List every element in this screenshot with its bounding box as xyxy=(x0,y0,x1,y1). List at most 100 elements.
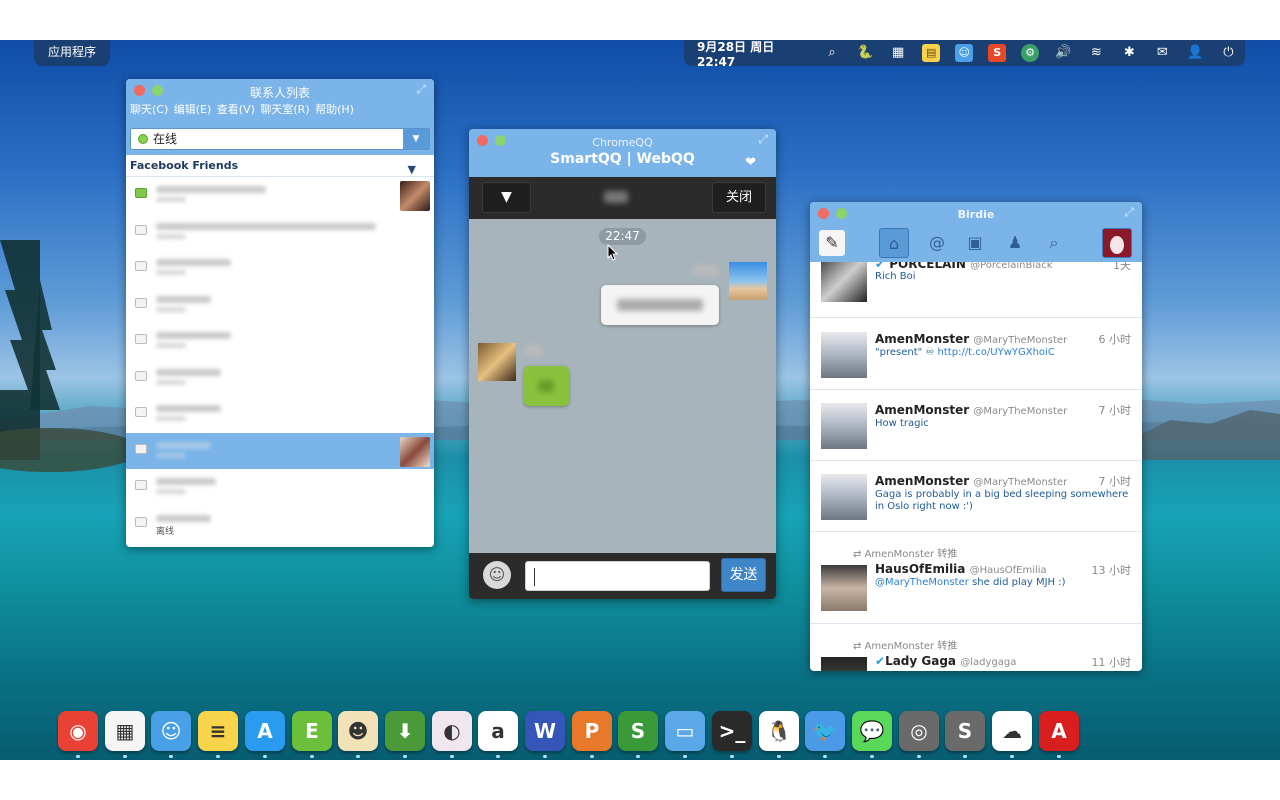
emoji-icon[interactable]: ☺ xyxy=(483,561,511,589)
dock-running-indicator xyxy=(310,755,314,758)
tweet[interactable]: ⇄ AmenMonster 转推 ✔Lady Gaga @ladygaga 11… xyxy=(810,624,1142,671)
contact-group-header[interactable]: Facebook Friends ▼ xyxy=(126,155,434,177)
retweet-text: AmenMonster 转推 xyxy=(864,549,958,560)
contact-dropdown[interactable]: ▼ xyxy=(482,182,531,213)
presentation-dock-icon[interactable]: P xyxy=(572,711,612,751)
writer-dock-icon[interactable]: W xyxy=(525,711,565,751)
toggle-settings-dock-icon[interactable]: ◐ xyxy=(432,711,472,751)
home-icon[interactable]: ⌂ xyxy=(879,228,909,258)
media-player-dock-icon[interactable]: ◎ xyxy=(899,711,939,751)
spreadsheet-dock-icon[interactable]: S xyxy=(618,711,658,751)
tweet[interactable]: AmenMonster @MaryTheMonster 6 小时 "presen… xyxy=(810,319,1142,390)
contacts-menubar[interactable]: 聊天(C) 编辑(E) 查看(V) 聊天室(R) 帮助(H) xyxy=(130,101,354,117)
chevron-down-icon[interactable]: ▼ xyxy=(403,129,429,149)
author-name: AmenMonster xyxy=(875,403,970,417)
desktop-dock-icon[interactable]: ▭ xyxy=(665,711,705,751)
contacts-titlebar[interactable]: 联系人列表 ⤢ 聊天(C) 编辑(E) 查看(V) 聊天室(R) 帮助(H) xyxy=(126,79,434,125)
list-item-selected[interactable] xyxy=(126,432,434,469)
minimize-button[interactable] xyxy=(152,85,163,96)
close-button[interactable] xyxy=(134,85,145,96)
expand-icon[interactable]: ⤢ xyxy=(758,132,768,147)
dock-running-indicator xyxy=(403,755,407,758)
finder-icon[interactable]: ☺ xyxy=(948,40,981,66)
qq-dock-icon[interactable]: 🐧 xyxy=(759,711,799,751)
list-item[interactable] xyxy=(126,214,434,251)
launchpad-dock-icon[interactable]: ▦ xyxy=(105,711,145,751)
heart-icon[interactable]: ❤ xyxy=(745,155,756,170)
list-item[interactable] xyxy=(126,323,434,360)
profile-icon[interactable]: ♟ xyxy=(1000,228,1030,258)
list-item[interactable] xyxy=(126,287,434,324)
tweet-text: @MaryTheMonster she did play MJH :) xyxy=(875,577,1133,589)
tweet-link[interactable]: http://t.co/UYwYGXhoiC xyxy=(938,347,1055,358)
mentions-icon[interactable]: @ xyxy=(922,228,952,258)
message-input[interactable] xyxy=(525,561,710,591)
search-icon[interactable]: ⌕ xyxy=(1039,228,1069,258)
retweet-icon: ⇄ xyxy=(853,549,862,560)
tweet[interactable]: ⇄ AmenMonster 转推 HausOfEmilia @HausOfEmi… xyxy=(810,532,1142,624)
expand-icon[interactable]: ⤢ xyxy=(1124,205,1134,220)
dock-running-indicator xyxy=(777,755,781,758)
author-handle: @PorcelainBlack xyxy=(970,262,1053,271)
sublime-dock-icon[interactable]: S xyxy=(945,711,985,751)
author-handle: @MaryTheMonster xyxy=(973,477,1068,488)
chrome-dock-icon[interactable]: ◉ xyxy=(58,711,98,751)
bluetooth-icon[interactable]: ✱ xyxy=(1113,40,1146,66)
list-item[interactable] xyxy=(126,360,434,397)
volume-icon[interactable]: 🔊 xyxy=(1047,40,1080,66)
search-icon[interactable]: ⌕ xyxy=(816,40,849,66)
user-icon[interactable]: 👤 xyxy=(1179,40,1212,66)
list-item[interactable] xyxy=(126,469,434,506)
tweet-mention[interactable]: @MaryTheMonster xyxy=(875,577,969,588)
notes-dock-icon[interactable]: ≡ xyxy=(198,711,238,751)
evernote-dock-icon[interactable]: E xyxy=(292,711,332,751)
system-menubar: 9月28日 周日 22:47 ⌕ 🐍 ▦ ▤ ☺ S ⚙ 🔊 ≋ ✱ ✉ 👤 ⏻ xyxy=(684,38,1245,69)
applications-menu[interactable]: 应用程序 xyxy=(34,40,111,66)
status-label: 在线 xyxy=(153,132,178,146)
messages-dock-icon[interactable]: 💬 xyxy=(852,711,892,751)
python-icon[interactable]: 🐍 xyxy=(849,40,882,66)
list-item[interactable]: 离线 xyxy=(126,506,434,543)
list-item[interactable] xyxy=(126,250,434,287)
inbox-icon[interactable]: ▣ xyxy=(960,228,990,258)
pdf-reader-dock-icon[interactable]: A xyxy=(1039,711,1079,751)
wifi-icon[interactable]: ≋ xyxy=(1080,40,1113,66)
chromeqq-titlebar[interactable]: ChromeQQ SmartQQ | WebQQ ⤢ ❤ xyxy=(469,129,776,177)
power-icon[interactable]: ⏻ xyxy=(1212,40,1245,66)
author-name: HausOfEmilia xyxy=(875,562,966,576)
close-button[interactable] xyxy=(477,135,488,146)
face-app-dock-icon[interactable]: ☻ xyxy=(338,711,378,751)
list-item[interactable] xyxy=(126,396,434,433)
tweet[interactable]: AmenMonster @MaryTheMonster 7 小时 Gaga is… xyxy=(810,461,1142,532)
compose-icon[interactable]: ✎ xyxy=(819,230,845,256)
chrome-ext-icon[interactable]: ⚙ xyxy=(1014,40,1047,66)
mail-icon[interactable]: ✉ xyxy=(1146,40,1179,66)
tweet[interactable]: AmenMonster @MaryTheMonster 7 小时 How tra… xyxy=(810,390,1142,461)
terminal-dock-icon[interactable]: >_ xyxy=(712,711,752,751)
expand-icon[interactable]: ⤢ xyxy=(416,82,426,97)
finder-dock-icon[interactable]: ☺ xyxy=(151,711,191,751)
birdie-titlebar[interactable]: Birdie ⤢ ✎ ⌂ @ ▣ ♟ ⌕ xyxy=(810,202,1142,262)
close-button[interactable] xyxy=(818,208,829,219)
account-avatar[interactable] xyxy=(1102,228,1132,258)
tweet-time: 13 小时 xyxy=(1091,564,1132,577)
minimize-button[interactable] xyxy=(836,208,847,219)
calculator-icon[interactable]: ▦ xyxy=(882,40,915,66)
close-chat-button[interactable]: 关闭 xyxy=(712,182,766,213)
status-select[interactable]: 在线 ▼ xyxy=(130,128,430,150)
birdie-dock-icon[interactable]: 🐦 xyxy=(805,711,845,751)
dock-running-indicator xyxy=(683,755,687,758)
cloud-sync-dock-icon[interactable]: ☁ xyxy=(992,711,1032,751)
download-manager-dock-icon[interactable]: ⬇ xyxy=(385,711,425,751)
minimize-button[interactable] xyxy=(495,135,506,146)
mouse-cursor-icon xyxy=(607,244,619,261)
clock[interactable]: 9月28日 周日 22:47 xyxy=(684,38,816,69)
send-button[interactable]: 发送 xyxy=(721,558,766,592)
tweet[interactable]: ✔ PORCELAIN @PorcelainBlack 1天 Rich Boi xyxy=(810,262,1142,318)
notes-icon[interactable]: ▤ xyxy=(915,40,948,66)
list-item[interactable] xyxy=(126,177,434,214)
sogou-icon[interactable]: S xyxy=(981,40,1014,66)
account-dock-icon[interactable]: a xyxy=(478,711,518,751)
blurred-status xyxy=(156,416,186,421)
app-store-dock-icon[interactable]: A xyxy=(245,711,285,751)
